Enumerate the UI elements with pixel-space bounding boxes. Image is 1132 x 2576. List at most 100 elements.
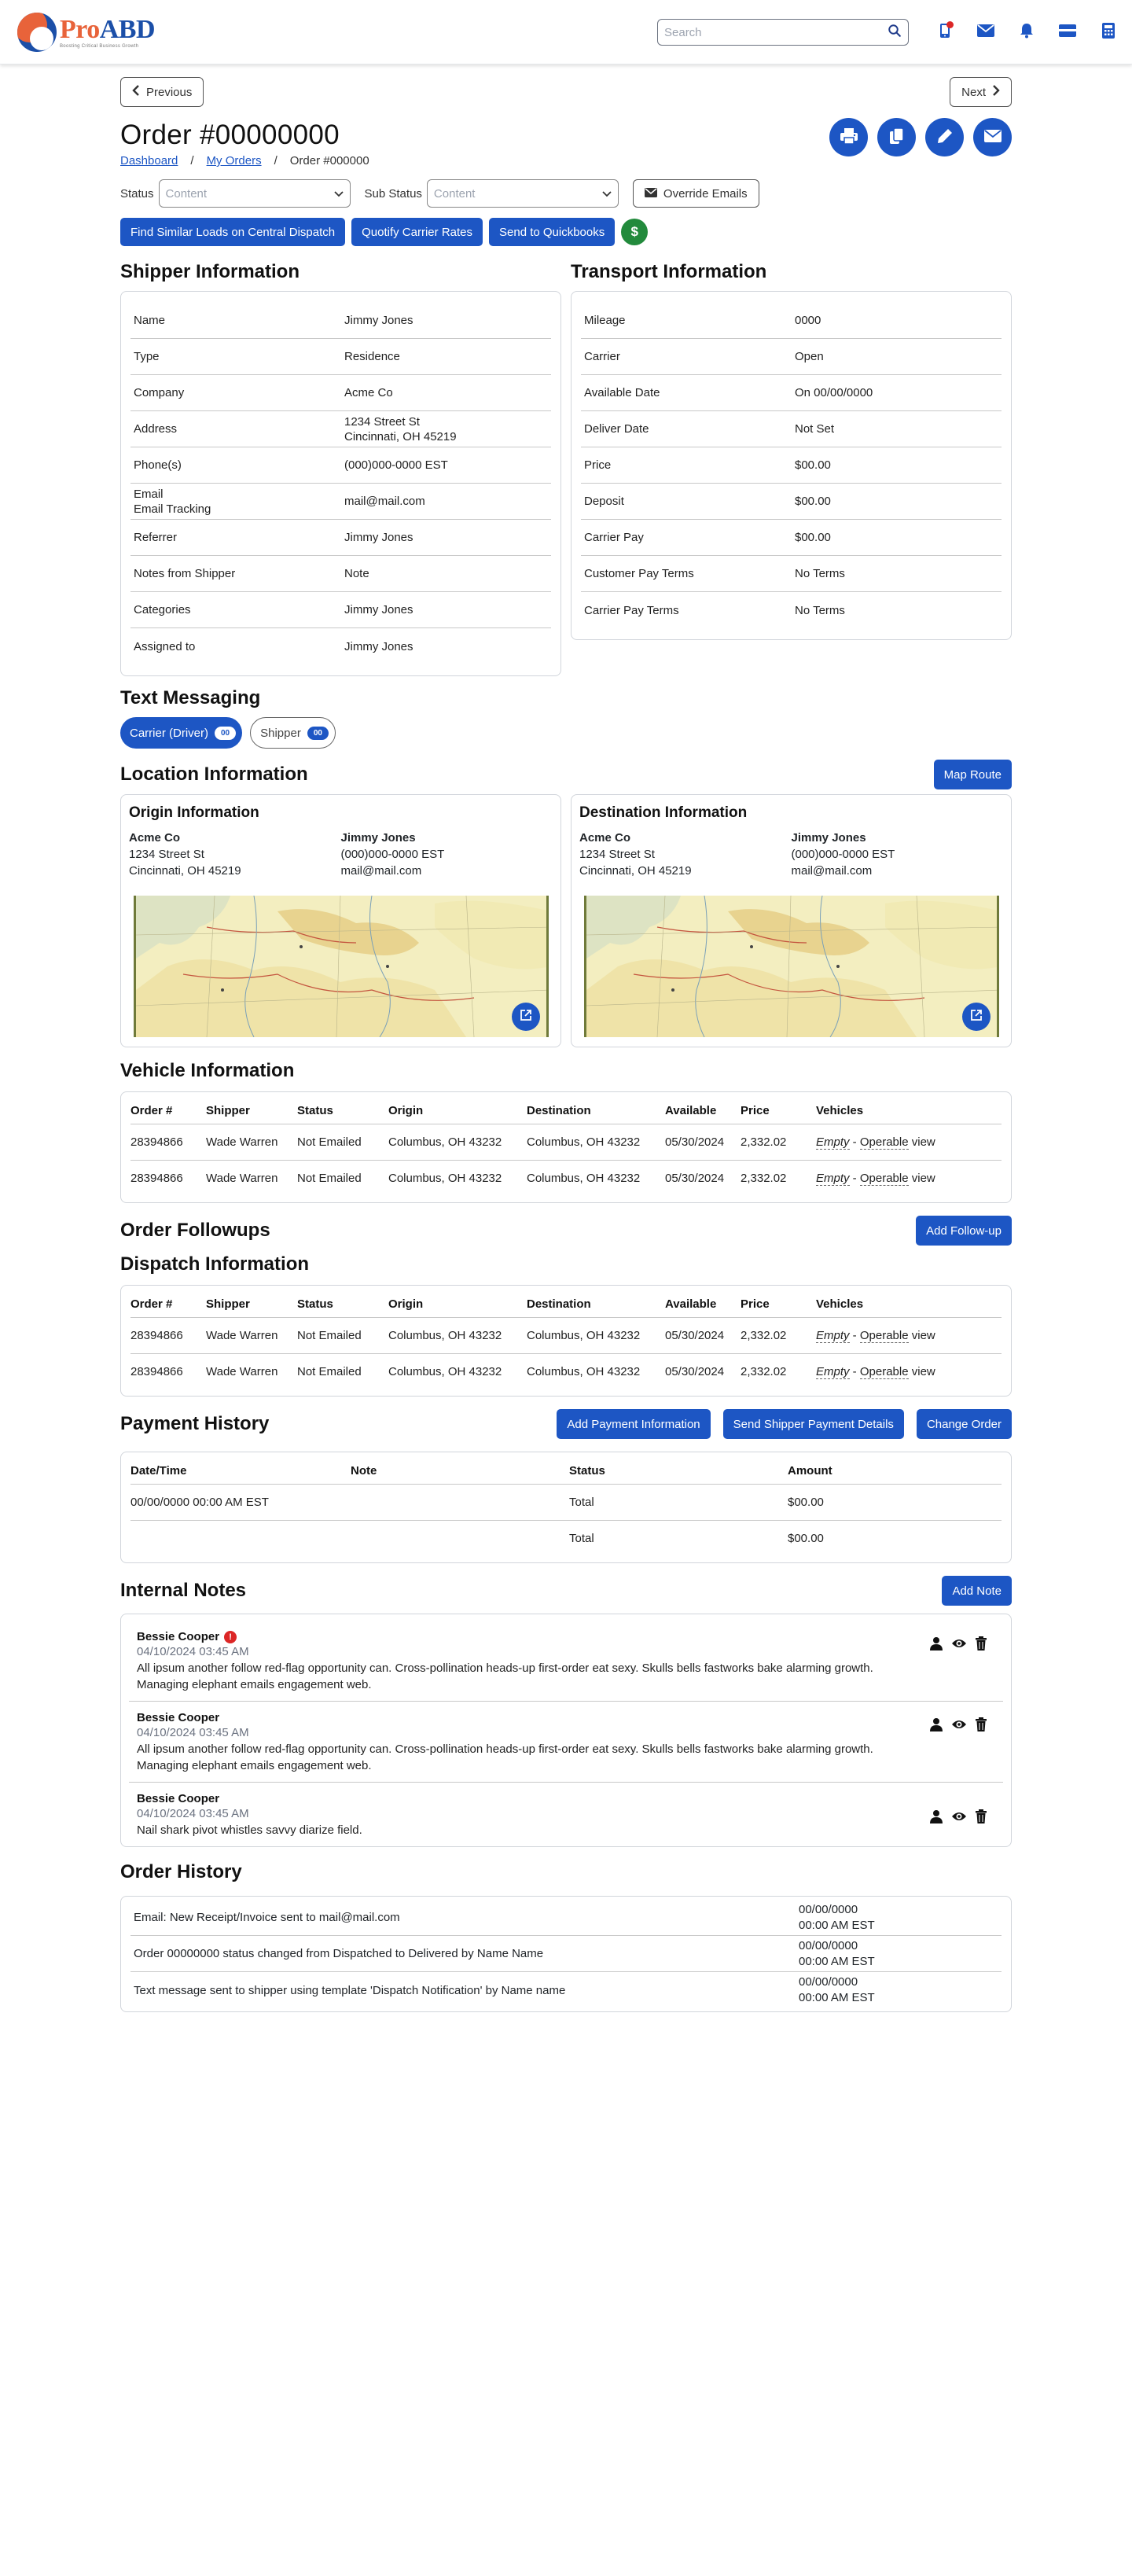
nav-icon-group <box>924 19 1129 46</box>
open-origin-map-button[interactable] <box>512 1003 540 1031</box>
vehicle-empty-link[interactable]: Empty <box>816 1364 850 1379</box>
vehicles-cell: Empty - Operable view <box>816 1159 1002 1196</box>
vehicle-empty-link[interactable]: Empty <box>816 1135 850 1150</box>
override-emails-button[interactable]: Override Emails <box>632 179 759 208</box>
brand-logo[interactable]: ProABD Boosting Critical Business Growth <box>17 13 156 52</box>
destination-map[interactable] <box>584 896 999 1037</box>
available-cell: 05/30/2024 <box>665 1352 741 1389</box>
map-route-button[interactable]: Map Route <box>933 760 1012 789</box>
field-value: 0000 <box>795 314 821 327</box>
vehicle-empty-link[interactable]: Empty <box>816 1328 850 1343</box>
column-header: Origin <box>388 1104 424 1118</box>
destination-card: Destination Information Acme Co 1234 Str… <box>571 794 1012 1047</box>
payment-dollar-button[interactable]: $ <box>621 219 649 245</box>
message-count-badge: 00 <box>215 726 237 740</box>
notes-header: Internal Notes Add Note <box>120 1576 1012 1606</box>
vehicle-view-link[interactable]: view <box>909 1172 935 1185</box>
field-label: Deposit <box>584 495 624 508</box>
vehicle-operable-link[interactable]: Operable <box>859 1364 909 1379</box>
change-order-button[interactable]: Change Order <box>916 1409 1012 1439</box>
next-label: Next <box>961 85 986 99</box>
messages-button[interactable] <box>965 19 1006 46</box>
trash-icon[interactable] <box>975 1809 987 1827</box>
eye-icon[interactable] <box>951 1809 967 1827</box>
user-icon[interactable] <box>929 1717 943 1735</box>
eye-icon[interactable] <box>951 1636 967 1654</box>
shipper-row-referrer: Referrer Jimmy Jones <box>130 520 551 556</box>
vehicle-operable-link[interactable]: Operable <box>859 1328 909 1343</box>
copy-button[interactable] <box>877 118 916 156</box>
transport-card: Mileage 0000 Carrier Open Available Date On… <box>571 291 1012 640</box>
breadcrumb-dashboard[interactable]: Dashboard <box>120 154 178 167</box>
calculator-button[interactable] <box>1088 19 1129 46</box>
phone-notifications-button[interactable] <box>924 19 965 46</box>
send-to-quickbooks-button[interactable]: Send to Quickbooks <box>489 218 616 246</box>
history-item: Text message sent to shipper using templ… <box>130 1972 1002 2008</box>
column-header: Price <box>741 1297 770 1312</box>
alert-icon: ! <box>224 1630 237 1643</box>
payment-table: Date/Time Note Status Amount 00/00/0000 … <box>130 1459 1002 1556</box>
quotify-carrier-rates-button[interactable]: Quotify Carrier Rates <box>351 218 483 246</box>
next-button[interactable]: Next <box>950 77 1012 107</box>
field-label: Assigned to <box>134 639 196 653</box>
tab-carrier-driver[interactable]: Carrier (Driver) 00 <box>120 717 243 749</box>
message-count-badge: 00 <box>307 726 329 740</box>
transport-row-price: Price $00.00 <box>581 447 1002 484</box>
field-label: Notes from Shipper <box>134 567 236 580</box>
vehicle-operable-link[interactable]: Operable <box>859 1135 909 1150</box>
send-shipper-payment-details-button[interactable]: Send Shipper Payment Details <box>722 1409 904 1439</box>
vehicle-operable-link[interactable]: Operable <box>859 1171 909 1186</box>
dispatch-table-card: Order # Shipper Status Origin Destinatio… <box>120 1285 1012 1397</box>
origin-map[interactable] <box>134 896 549 1037</box>
vehicles-cell: Empty - Operable view <box>816 1316 1002 1353</box>
followups-header: Order Followups Add Follow-up <box>120 1216 1012 1246</box>
field-value: Jimmy Jones <box>344 314 413 327</box>
history-date: 00/00/0000 <box>799 1902 858 1916</box>
origin-contact: Jimmy Jones <box>340 831 416 845</box>
alerts-button[interactable] <box>1006 19 1047 46</box>
user-icon[interactable] <box>929 1636 943 1654</box>
vehicle-view-link[interactable]: view <box>909 1329 935 1342</box>
top-navbar: ProABD Boosting Critical Business Growth <box>0 0 1132 64</box>
field-value: On 00/00/0000 <box>795 386 873 399</box>
transport-row-carrier: Carrier Open <box>581 339 1002 375</box>
chevron-left-icon <box>132 85 140 99</box>
field-value: Jimmy Jones <box>344 603 413 616</box>
find-similar-loads-button[interactable]: Find Similar Loads on Central Dispatch <box>120 218 346 246</box>
add-followup-button[interactable]: Add Follow-up <box>916 1216 1012 1246</box>
add-payment-information-button[interactable]: Add Payment Information <box>557 1409 711 1439</box>
search-icon[interactable] <box>888 24 902 41</box>
status-cell: Not Emailed <box>297 1123 388 1160</box>
dollar-icon: $ <box>630 224 638 239</box>
edit-button[interactable] <box>925 118 964 156</box>
previous-button[interactable]: Previous <box>120 77 204 107</box>
vehicle-view-link[interactable]: view <box>909 1135 935 1149</box>
destination-city: Cincinnati, OH 45219 <box>579 864 692 878</box>
column-header: Status <box>297 1297 333 1312</box>
vehicle-empty-link[interactable]: Empty <box>816 1171 850 1186</box>
destination-cell: Columbus, OH 43232 <box>527 1159 665 1196</box>
user-icon[interactable] <box>929 1809 943 1827</box>
breadcrumb-my-orders[interactable]: My Orders <box>207 154 262 167</box>
add-note-button[interactable]: Add Note <box>942 1576 1012 1606</box>
vehicle-view-link[interactable]: view <box>909 1365 935 1378</box>
eye-icon[interactable] <box>951 1717 967 1735</box>
email-button[interactable] <box>973 118 1012 156</box>
separator: - <box>849 1135 860 1149</box>
sub-status-select[interactable]: Content <box>426 179 619 208</box>
page-title: Order #00000000 <box>120 120 340 150</box>
print-button[interactable] <box>829 118 868 156</box>
logo-mark-icon <box>17 13 57 52</box>
open-destination-map-button[interactable] <box>962 1003 990 1031</box>
payments-button[interactable] <box>1047 19 1088 46</box>
trash-icon[interactable] <box>975 1636 987 1654</box>
vehicle-table-card: Order # Shipper Status Origin Destinatio… <box>120 1091 1012 1203</box>
destination-street: 1234 Street St <box>579 848 655 861</box>
status-select[interactable]: Content <box>158 179 351 208</box>
search-input[interactable] <box>664 25 888 39</box>
tab-shipper[interactable]: Shipper 00 <box>250 717 336 749</box>
field-label: Phone(s) <box>134 458 182 472</box>
breadcrumb: Dashboard / My Orders / Order #000000 <box>120 154 369 167</box>
trash-icon[interactable] <box>975 1717 987 1735</box>
location-heading: Location Information <box>120 764 308 785</box>
